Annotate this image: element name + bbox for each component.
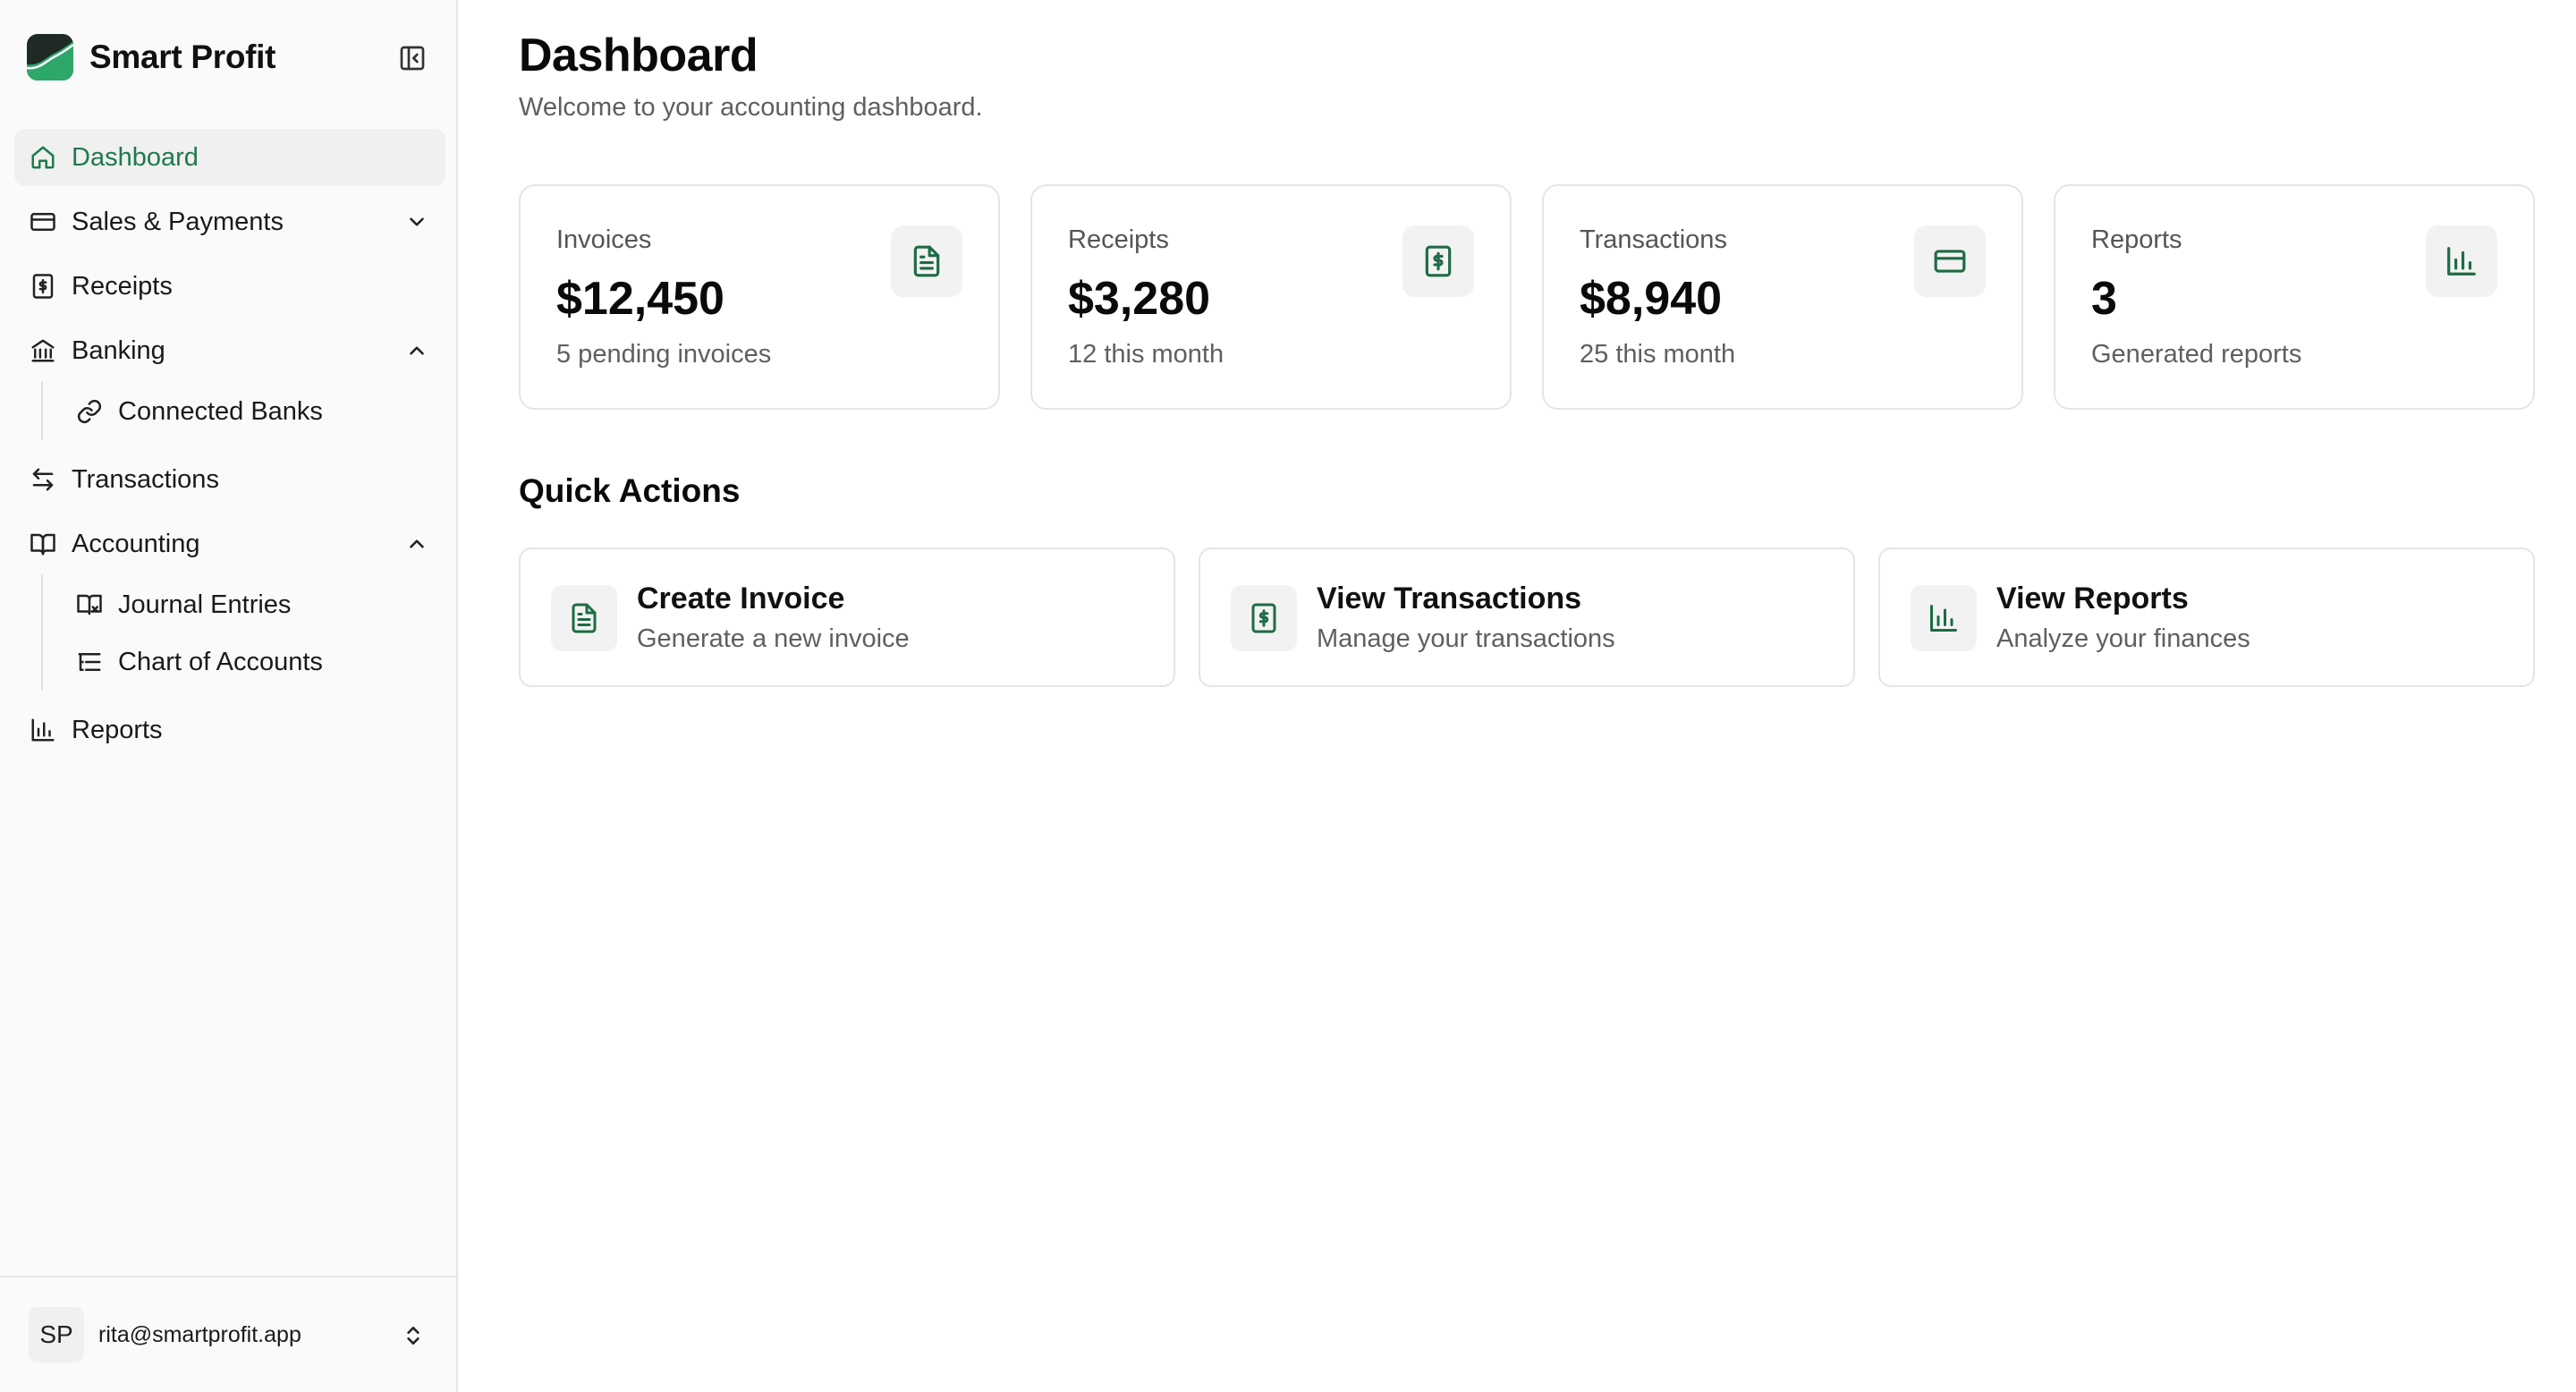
action-subtitle: Manage your transactions bbox=[1317, 624, 1615, 653]
stat-card-reports: Reports 3 Generated reports bbox=[2054, 184, 2535, 410]
sidebar-item-transactions[interactable]: Transactions bbox=[14, 451, 445, 508]
receipt-icon bbox=[27, 270, 59, 302]
page-subtitle: Welcome to your accounting dashboard. bbox=[519, 93, 983, 122]
sidebar-item-label: Receipts bbox=[72, 271, 173, 301]
page-title: Dashboard bbox=[519, 30, 758, 81]
app-shell: Smart Profit Dashboard Sales & Payments bbox=[0, 0, 2576, 1392]
sidebar-item-chart-of-accounts[interactable]: Chart of Accounts bbox=[61, 635, 445, 689]
view-reports-button[interactable]: View Reports Analyze your finances bbox=[1878, 547, 2535, 687]
file-text-icon bbox=[891, 225, 962, 297]
sidebar-item-accounting[interactable]: Accounting bbox=[14, 515, 445, 573]
stat-value: 3 bbox=[2091, 273, 2117, 325]
action-title: View Transactions bbox=[1317, 581, 1582, 615]
submenu-guide-line bbox=[41, 574, 43, 691]
stat-card-receipts: Receipts $3,280 12 this month bbox=[1030, 184, 1512, 410]
credit-card-icon bbox=[27, 206, 59, 238]
stat-subtext: 12 this month bbox=[1068, 340, 1224, 369]
brand[interactable]: Smart Profit bbox=[27, 34, 275, 81]
panel-left-close-icon bbox=[400, 46, 425, 71]
sidebar-item-journal-entries[interactable]: Journal Entries bbox=[61, 578, 445, 632]
stat-subtext: Generated reports bbox=[2091, 340, 2302, 369]
file-text-icon bbox=[551, 585, 617, 651]
stat-value: $12,450 bbox=[556, 273, 724, 325]
sidebar-item-label: Banking bbox=[72, 335, 165, 365]
sidebar-item-label: Dashboard bbox=[72, 142, 199, 172]
stat-label: Receipts bbox=[1068, 225, 1169, 254]
bank-icon bbox=[27, 335, 59, 367]
sidebar-item-label: Journal Entries bbox=[118, 590, 292, 619]
sidebar-item-dashboard[interactable]: Dashboard bbox=[14, 129, 445, 186]
book-icon bbox=[73, 589, 106, 621]
brand-name: Smart Profit bbox=[89, 38, 276, 75]
stat-value: $3,280 bbox=[1068, 273, 1211, 325]
chevron-up-icon[interactable] bbox=[401, 528, 433, 560]
sidebar-item-receipts[interactable]: Receipts bbox=[14, 258, 445, 315]
bar-chart-icon bbox=[2426, 225, 2497, 297]
sidebar-item-label: Chart of Accounts bbox=[118, 647, 323, 676]
receipt-icon bbox=[1231, 585, 1297, 651]
sidebar-item-label: Reports bbox=[72, 715, 163, 744]
user-email: rita@smartprofit.app bbox=[98, 1321, 301, 1347]
create-invoice-button[interactable]: Create Invoice Generate a new invoice bbox=[519, 547, 1175, 687]
view-transactions-button[interactable]: View Transactions Manage your transactio… bbox=[1199, 547, 1855, 687]
link-icon bbox=[73, 395, 106, 428]
action-title: View Reports bbox=[1996, 581, 2189, 615]
sidebar-collapse-button[interactable] bbox=[397, 43, 428, 73]
home-icon bbox=[27, 141, 59, 174]
receipt-icon bbox=[1402, 225, 1474, 297]
action-subtitle: Analyze your finances bbox=[1996, 624, 2250, 653]
stat-label: Transactions bbox=[1580, 225, 1727, 254]
sidebar-item-connected-banks[interactable]: Connected Banks bbox=[61, 385, 445, 438]
bar-chart-icon bbox=[27, 714, 59, 746]
sidebar-item-label: Sales & Payments bbox=[72, 207, 284, 236]
sidebar-item-label: Transactions bbox=[72, 464, 219, 494]
arrows-exchange-icon bbox=[27, 463, 59, 496]
stat-card-invoices: Invoices $12,450 5 pending invoices bbox=[519, 184, 1000, 410]
main-content: Dashboard Welcome to your accounting das… bbox=[458, 0, 2576, 1392]
user-menu-button[interactable]: SP rita@smartprofit.app bbox=[0, 1276, 456, 1392]
quick-actions-title: Quick Actions bbox=[519, 472, 741, 509]
stat-card-transactions: Transactions $8,940 25 this month bbox=[1542, 184, 2023, 410]
action-title: Create Invoice bbox=[637, 581, 845, 615]
chevron-down-icon[interactable] bbox=[401, 206, 433, 238]
stat-value: $8,940 bbox=[1580, 273, 1723, 325]
stat-label: Reports bbox=[2091, 225, 2182, 254]
stat-subtext: 25 this month bbox=[1580, 340, 1736, 369]
sidebar-item-label: Connected Banks bbox=[118, 396, 323, 426]
brand-logo-icon bbox=[27, 34, 73, 81]
sidebar: Smart Profit Dashboard Sales & Payments bbox=[0, 0, 458, 1392]
chevrons-up-down-icon bbox=[397, 1320, 429, 1352]
sidebar-item-label: Accounting bbox=[72, 529, 200, 558]
submenu-guide-line bbox=[41, 381, 43, 440]
bar-chart-icon bbox=[1911, 585, 1977, 651]
avatar: SP bbox=[29, 1307, 84, 1362]
chevron-up-icon[interactable] bbox=[401, 335, 433, 367]
sidebar-item-reports[interactable]: Reports bbox=[14, 701, 445, 759]
book-open-icon bbox=[27, 528, 59, 560]
list-tree-icon bbox=[73, 646, 106, 678]
stat-subtext: 5 pending invoices bbox=[556, 340, 772, 369]
stat-label: Invoices bbox=[556, 225, 652, 254]
credit-card-icon bbox=[1914, 225, 1986, 297]
action-subtitle: Generate a new invoice bbox=[637, 624, 910, 653]
sidebar-item-sales-payments[interactable]: Sales & Payments bbox=[14, 193, 445, 250]
sidebar-item-banking[interactable]: Banking bbox=[14, 322, 445, 379]
